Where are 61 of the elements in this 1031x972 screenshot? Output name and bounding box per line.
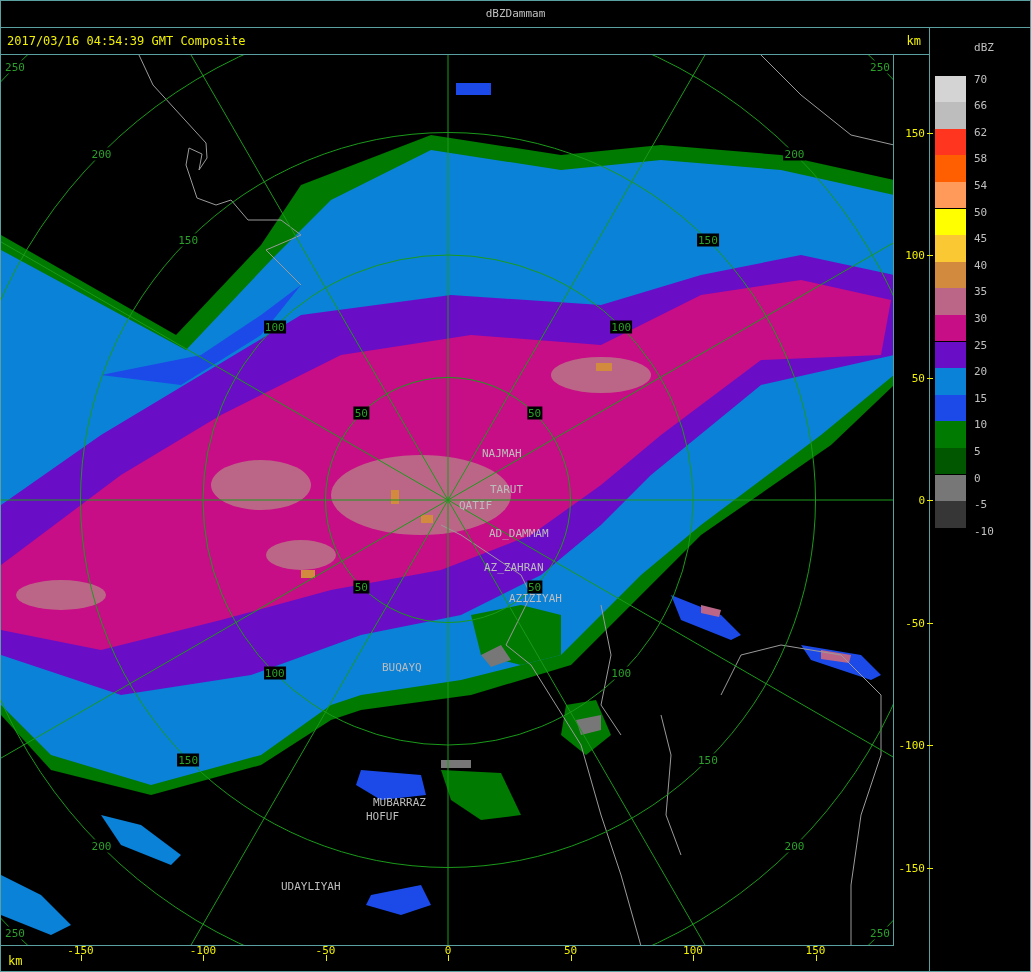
legend-label: 15 xyxy=(974,391,988,405)
window-title: dBZDammam xyxy=(485,5,546,22)
axis-tick-label: -100 xyxy=(898,738,925,752)
legend-label: -5 xyxy=(974,498,988,512)
axis-tick-label: 0 xyxy=(918,493,925,507)
axis-tick-label: 100 xyxy=(905,248,925,262)
range-label: 250 xyxy=(4,60,26,74)
place-label: MUBARRAZ xyxy=(373,796,426,809)
legend-label: 62 xyxy=(974,125,988,139)
place-label: QATIF xyxy=(459,499,493,512)
range-label: 150 xyxy=(177,753,200,767)
place-label: UDAYLIYAH xyxy=(281,880,341,893)
legend-label: 40 xyxy=(974,258,988,272)
range-label: 250 xyxy=(869,926,891,940)
place-label: NAJMAH xyxy=(482,447,522,460)
unit-label: km xyxy=(8,954,23,968)
timestamp-label: 2017/03/16 04:54:39 GMT Composite xyxy=(7,33,246,50)
legend-label: 5 xyxy=(974,444,981,458)
legend-label: 35 xyxy=(974,285,988,299)
legend-label: 45 xyxy=(974,232,988,246)
range-label: 100 xyxy=(263,666,286,680)
range-label: 200 xyxy=(90,839,113,853)
axis-tick-label: 50 xyxy=(563,944,578,957)
legend-label: 54 xyxy=(974,178,988,192)
range-label: 100 xyxy=(610,666,633,680)
legend-label: -10 xyxy=(974,524,994,538)
range-label: 100 xyxy=(263,320,286,334)
legend-label: 0 xyxy=(974,471,981,485)
axis-tick-label: -150 xyxy=(67,944,94,957)
place-label: BUQAYQ xyxy=(382,661,422,674)
axis-tick-label: -50 xyxy=(905,616,925,629)
range-label: 50 xyxy=(353,406,369,420)
legend-label: 66 xyxy=(974,99,988,113)
legend-label: 70 xyxy=(974,72,988,86)
range-label: 200 xyxy=(783,839,806,853)
unit-label: km xyxy=(906,33,922,50)
range-label: 150 xyxy=(177,233,200,247)
range-label: 250 xyxy=(869,60,891,74)
legend-label: 25 xyxy=(974,338,988,352)
axis-tick-label: -150 xyxy=(898,861,925,874)
range-label: 150 xyxy=(696,233,719,247)
legend-label: 58 xyxy=(974,152,988,166)
legend-title: dBZ xyxy=(974,40,994,56)
legend-label: 30 xyxy=(974,311,988,325)
axis-tick-label: 50 xyxy=(911,371,925,384)
axis-tick-label: 100 xyxy=(683,944,703,957)
range-label: 50 xyxy=(353,580,369,594)
legend-label: 20 xyxy=(974,365,988,379)
legend-label: 10 xyxy=(974,418,988,432)
range-label: 200 xyxy=(783,147,806,160)
range-label: 200 xyxy=(90,147,113,160)
place-label: HOFUF xyxy=(366,810,400,823)
axis-tick-label: 0 xyxy=(444,944,452,957)
axis-tick-label: 150 xyxy=(805,944,826,957)
axis-tick-label: -100 xyxy=(189,944,217,957)
legend-label: 50 xyxy=(974,205,988,219)
axis-tick-label: -50 xyxy=(315,944,336,957)
range-label: 250 xyxy=(4,926,26,940)
range-label: 100 xyxy=(610,320,633,334)
range-label: 150 xyxy=(696,753,719,767)
axis-tick-label: 150 xyxy=(905,126,925,139)
